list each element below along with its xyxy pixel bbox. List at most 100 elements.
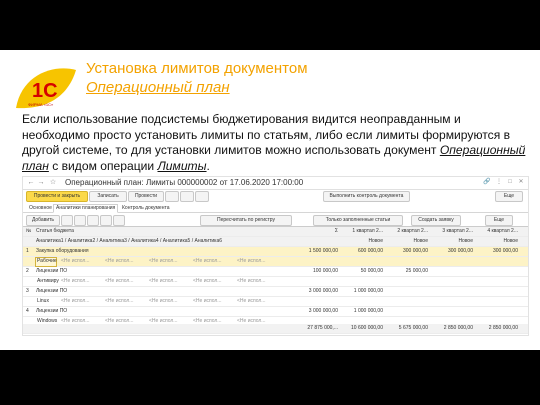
grid-more-button[interactable]: Еще [485,215,513,226]
add-button[interactable]: Добавить [26,215,60,226]
total-sum: 27 875 000,... [307,325,338,331]
table-row[interactable]: Рабочие с... <Не испол... <Не испол... <… [23,257,528,267]
report-icon-button[interactable] [195,191,209,202]
row-sum: 3 000 000,00 [308,308,338,314]
window-title: Операционный план: Лимиты 000000002 от 1… [65,178,304,187]
grid-toolbar: Добавить Пересчитать по регистру Только … [23,214,528,226]
desc-part-1: Если использование подсистемы бюджетиров… [22,112,511,157]
desc-part-3: . [206,158,210,173]
table-header: № Статья бюджета Σ 1 квартал 2... 2 квар… [23,227,528,237]
total-q3: 2 850 000,00 [443,325,473,331]
row-article: Антивирус [37,278,59,284]
move-up-button[interactable] [87,215,99,226]
row-analytics-4: <Не испол... [193,258,222,264]
row-analytics-2: <Не испол... [105,258,134,264]
row-number: 4 [26,308,29,314]
table-row[interactable]: Linux <Не испол... <Не испол... <Не испо… [23,297,528,307]
tab-main[interactable]: Основное [26,204,55,213]
slide-title-line-2: Операционный план [86,79,230,96]
star-icon[interactable]: ☆ [49,179,57,187]
more-button[interactable]: Еще [495,191,523,202]
row-number: 1 [26,248,29,254]
col-article: Статья бюджета [36,228,74,234]
row-analytics-2: <Не испол... [105,278,134,284]
sub-q2: Новое [413,238,428,244]
table-totals-row: 27 875 000,... 10 600 000,00 5 675 000,0… [23,324,528,334]
row-analytics-1: <Не испол... [61,278,90,284]
table-subheader: Аналитика1 / Аналитика2 / Аналитика3 / А… [23,237,528,247]
col-analytics: Аналитика1 / Аналитика2 / Аналитика3 / А… [36,238,223,244]
col-q1: 1 квартал 2... [352,228,383,234]
settings-button[interactable] [113,215,125,226]
slide: 1C ФИРМА «1С» Установка лимитов документ… [0,50,540,350]
back-icon[interactable]: ← [27,179,35,187]
create-request-button[interactable]: Создать заявку [411,215,461,226]
row-analytics-2: <Не испол... [105,298,134,304]
row-analytics-1: <Не испол... [61,298,90,304]
col-q3: 3 квартал 2... [442,228,473,234]
row-q3: 300 000,00 [447,248,473,254]
row-q1: 1 000 000,00 [353,288,383,294]
link-icon[interactable]: 🔗 [483,178,491,186]
check-document-button[interactable]: Выполнить контроль документа [323,191,410,202]
row-q4: 300 000,00 [492,248,518,254]
recalculate-by-register-button[interactable]: Пересчитать по регистру [200,215,292,226]
svg-text:ФИРМА «1С»: ФИРМА «1С» [28,102,54,107]
post-and-close-button[interactable]: Провести и закрыть [26,191,88,202]
total-q4: 2 850 000,00 [488,325,518,331]
row-analytics-3: <Не испол... [149,258,178,264]
tab-planning-analytics[interactable]: Аналитики планирования [53,204,119,213]
col-n: № [26,228,32,234]
desc-link-limits: Лимиты [157,158,207,173]
table-row[interactable]: 3 Лицензии ПО 3 000 000,00 1 000 000,00 [23,287,528,297]
row-q2: 25 000,00 [405,268,428,274]
row-analytics-3: <Не испол... [149,278,178,284]
print-icon-button[interactable] [180,191,194,202]
table-row[interactable]: 1 Закупка оборудования 1 500 000,00 600 … [23,247,528,257]
total-q1: 10 600 000,00 [351,325,383,331]
row-q1: 600 000,00 [357,248,383,254]
row-sum: 1 500 000,00 [308,248,338,254]
maximize-icon[interactable]: □ [506,178,514,186]
close-icon[interactable]: ✕ [517,178,525,186]
table-row[interactable]: Антивирус <Не испол... <Не испол... <Не … [23,277,528,287]
row-q2: 300 000,00 [402,248,428,254]
row-analytics-4: <Не испол... [193,278,222,284]
slide-title-line-1: Установка лимитов документом [86,60,308,77]
copy-button[interactable] [61,215,73,226]
only-filled-articles-toggle[interactable]: Только заполненные статьи [313,215,403,226]
row-article: Лицензии ПО [36,288,68,294]
table-row[interactable]: 4 Лицензии ПО 3 000 000,00 1 000 000,00 [23,307,528,317]
row-article: Лицензии ПО [36,308,68,314]
budget-table: № Статья бюджета Σ 1 квартал 2... 2 квар… [23,226,528,334]
document-window: ← → ☆ Операционный план: Лимиты 00000000… [22,176,529,336]
row-article: Закупка оборудования [36,248,89,254]
row-q1: 50 000,00 [360,268,383,274]
row-article: Лицензии ПО [36,268,68,274]
row-sum: 100 000,00 [312,268,338,274]
forward-icon[interactable]: → [37,179,45,187]
1c-logo-icon: 1C ФИРМА «1С» [16,68,76,109]
row-number: 3 [26,288,29,294]
window-titlebar: ← → ☆ Операционный план: Лимиты 00000000… [23,177,528,190]
row-article: Linux [37,298,49,304]
row-analytics-5: <Не испол... [237,278,266,284]
move-down-button[interactable] [100,215,112,226]
doc-icon-button[interactable] [165,191,179,202]
desc-part-2: с видом операции [48,158,158,173]
table-row[interactable]: 2 Лицензии ПО 100 000,00 50 000,00 25 00… [23,267,528,277]
document-toolbar: Провести и закрыть Записать Провести Вып… [23,190,528,202]
row-analytics-4: <Не испол... [193,298,222,304]
description-text: Если использование подсистемы бюджетиров… [22,112,527,174]
row-number: 2 [26,268,29,274]
row-analytics-5: <Не испол... [237,258,266,264]
save-button[interactable]: Записать [89,191,127,202]
svg-text:1C: 1C [32,80,58,102]
tab-document-control[interactable]: Контроль документа [119,204,173,213]
row-analytics-3: <Не испол... [149,298,178,304]
delete-button[interactable] [74,215,86,226]
row-q1: 1 000 000,00 [353,308,383,314]
menu-icon[interactable]: ⋮ [495,178,503,186]
row-sum: 3 000 000,00 [308,288,338,294]
post-button[interactable]: Провести [128,191,164,202]
